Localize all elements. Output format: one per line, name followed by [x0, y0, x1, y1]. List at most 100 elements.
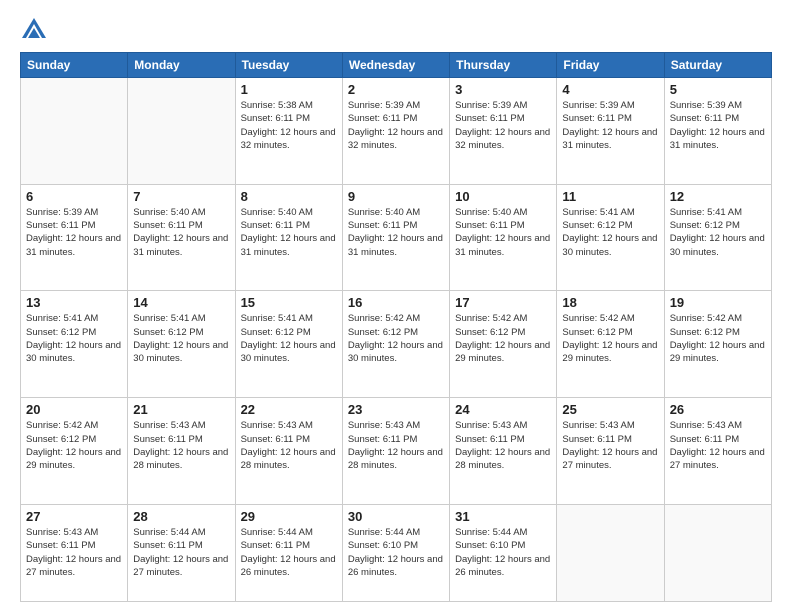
day-info: Sunrise: 5:41 AM Sunset: 6:12 PM Dayligh…	[562, 206, 658, 259]
calendar-day-cell: 8 Sunrise: 5:40 AM Sunset: 6:11 PM Daylig…	[235, 184, 342, 291]
calendar-header-cell: Monday	[128, 53, 235, 78]
day-info: Sunrise: 5:41 AM Sunset: 6:12 PM Dayligh…	[670, 206, 766, 259]
day-info: Sunrise: 5:44 AM Sunset: 6:10 PM Dayligh…	[348, 526, 444, 579]
day-number: 27	[26, 509, 122, 524]
day-info: Sunrise: 5:39 AM Sunset: 6:11 PM Dayligh…	[348, 99, 444, 152]
day-number: 29	[241, 509, 337, 524]
calendar-day-cell: 21Sunrise: 5:43 AM Sunset: 6:11 PM Dayli…	[128, 398, 235, 505]
calendar-day-cell	[557, 504, 664, 601]
day-info: Sunrise: 5:41 AM Sunset: 6:12 PM Dayligh…	[241, 312, 337, 365]
calendar-day-cell: 9 Sunrise: 5:40 AM Sunset: 6:11 PM Daylig…	[342, 184, 449, 291]
day-number: 11	[562, 189, 658, 204]
calendar-table: SundayMondayTuesdayWednesdayThursdayFrid…	[20, 52, 772, 602]
calendar-header-cell: Friday	[557, 53, 664, 78]
calendar-day-cell: 28 Sunrise: 5:44 AM Sunset: 6:11 PM Dayli…	[128, 504, 235, 601]
day-number: 3	[455, 82, 551, 97]
calendar-header-row: SundayMondayTuesdayWednesdayThursdayFrid…	[21, 53, 772, 78]
calendar-day-cell: 18Sunrise: 5:42 AM Sunset: 6:12 PM Dayli…	[557, 291, 664, 398]
day-number: 17	[455, 295, 551, 310]
header	[20, 16, 772, 44]
calendar-week-row: 27Sunrise: 5:43 AM Sunset: 6:11 PM Dayli…	[21, 504, 772, 601]
day-info: Sunrise: 5:43 AM Sunset: 6:11 PM Dayligh…	[241, 419, 337, 472]
calendar-header-cell: Tuesday	[235, 53, 342, 78]
calendar-day-cell: 25Sunrise: 5:43 AM Sunset: 6:11 PM Dayli…	[557, 398, 664, 505]
day-info: Sunrise: 5:43 AM Sunset: 6:11 PM Dayligh…	[670, 419, 766, 472]
day-number: 12	[670, 189, 766, 204]
calendar-day-cell: 24Sunrise: 5:43 AM Sunset: 6:11 PM Dayli…	[450, 398, 557, 505]
calendar-day-cell: 7 Sunrise: 5:40 AM Sunset: 6:11 PM Daylig…	[128, 184, 235, 291]
calendar-day-cell: 2 Sunrise: 5:39 AM Sunset: 6:11 PM Daylig…	[342, 78, 449, 185]
day-number: 1	[241, 82, 337, 97]
day-info: Sunrise: 5:40 AM Sunset: 6:11 PM Dayligh…	[241, 206, 337, 259]
day-number: 15	[241, 295, 337, 310]
day-info: Sunrise: 5:39 AM Sunset: 6:11 PM Dayligh…	[670, 99, 766, 152]
calendar-body: 1 Sunrise: 5:38 AM Sunset: 6:11 PM Daylig…	[21, 78, 772, 602]
calendar-week-row: 13 Sunrise: 5:41 AM Sunset: 6:12 PM Dayli…	[21, 291, 772, 398]
calendar-day-cell: 31 Sunrise: 5:44 AM Sunset: 6:10 PM Dayli…	[450, 504, 557, 601]
day-info: Sunrise: 5:44 AM Sunset: 6:11 PM Dayligh…	[241, 526, 337, 579]
day-number: 14	[133, 295, 229, 310]
calendar-day-cell: 22 Sunrise: 5:43 AM Sunset: 6:11 PM Dayli…	[235, 398, 342, 505]
logo-icon	[20, 16, 48, 44]
day-info: Sunrise: 5:41 AM Sunset: 6:12 PM Dayligh…	[133, 312, 229, 365]
page: SundayMondayTuesdayWednesdayThursdayFrid…	[0, 0, 792, 612]
day-number: 20	[26, 402, 122, 417]
calendar-day-cell: 19Sunrise: 5:42 AM Sunset: 6:12 PM Dayli…	[664, 291, 771, 398]
calendar-week-row: 6 Sunrise: 5:39 AM Sunset: 6:11 PM Daylig…	[21, 184, 772, 291]
calendar-header-cell: Saturday	[664, 53, 771, 78]
day-number: 30	[348, 509, 444, 524]
calendar-day-cell: 17 Sunrise: 5:42 AM Sunset: 6:12 PM Dayli…	[450, 291, 557, 398]
day-number: 13	[26, 295, 122, 310]
day-number: 6	[26, 189, 122, 204]
day-number: 21	[133, 402, 229, 417]
day-info: Sunrise: 5:44 AM Sunset: 6:10 PM Dayligh…	[455, 526, 551, 579]
calendar-day-cell: 4 Sunrise: 5:39 AM Sunset: 6:11 PM Daylig…	[557, 78, 664, 185]
day-info: Sunrise: 5:43 AM Sunset: 6:11 PM Dayligh…	[348, 419, 444, 472]
day-info: Sunrise: 5:44 AM Sunset: 6:11 PM Dayligh…	[133, 526, 229, 579]
day-number: 2	[348, 82, 444, 97]
calendar-day-cell: 16 Sunrise: 5:42 AM Sunset: 6:12 PM Dayli…	[342, 291, 449, 398]
logo	[20, 16, 52, 44]
day-number: 28	[133, 509, 229, 524]
calendar-day-cell: 13 Sunrise: 5:41 AM Sunset: 6:12 PM Dayli…	[21, 291, 128, 398]
calendar-day-cell: 23Sunrise: 5:43 AM Sunset: 6:11 PM Dayli…	[342, 398, 449, 505]
day-number: 4	[562, 82, 658, 97]
day-info: Sunrise: 5:39 AM Sunset: 6:11 PM Dayligh…	[26, 206, 122, 259]
day-info: Sunrise: 5:42 AM Sunset: 6:12 PM Dayligh…	[348, 312, 444, 365]
day-info: Sunrise: 5:40 AM Sunset: 6:11 PM Dayligh…	[133, 206, 229, 259]
calendar-day-cell: 1 Sunrise: 5:38 AM Sunset: 6:11 PM Daylig…	[235, 78, 342, 185]
calendar-day-cell: 20 Sunrise: 5:42 AM Sunset: 6:12 PM Dayli…	[21, 398, 128, 505]
day-number: 22	[241, 402, 337, 417]
calendar-day-cell: 29 Sunrise: 5:44 AM Sunset: 6:11 PM Dayli…	[235, 504, 342, 601]
day-info: Sunrise: 5:42 AM Sunset: 6:12 PM Dayligh…	[562, 312, 658, 365]
calendar-day-cell: 30 Sunrise: 5:44 AM Sunset: 6:10 PM Dayli…	[342, 504, 449, 601]
calendar-day-cell: 3 Sunrise: 5:39 AM Sunset: 6:11 PM Daylig…	[450, 78, 557, 185]
calendar-day-cell: 5Sunrise: 5:39 AM Sunset: 6:11 PM Daylig…	[664, 78, 771, 185]
day-info: Sunrise: 5:41 AM Sunset: 6:12 PM Dayligh…	[26, 312, 122, 365]
day-info: Sunrise: 5:42 AM Sunset: 6:12 PM Dayligh…	[455, 312, 551, 365]
day-info: Sunrise: 5:40 AM Sunset: 6:11 PM Dayligh…	[348, 206, 444, 259]
day-number: 19	[670, 295, 766, 310]
calendar-week-row: 20 Sunrise: 5:42 AM Sunset: 6:12 PM Dayli…	[21, 398, 772, 505]
calendar-day-cell: 12 Sunrise: 5:41 AM Sunset: 6:12 PM Dayli…	[664, 184, 771, 291]
calendar-day-cell: 15 Sunrise: 5:41 AM Sunset: 6:12 PM Dayli…	[235, 291, 342, 398]
day-number: 26	[670, 402, 766, 417]
day-info: Sunrise: 5:39 AM Sunset: 6:11 PM Dayligh…	[455, 99, 551, 152]
day-number: 16	[348, 295, 444, 310]
calendar-day-cell: 14 Sunrise: 5:41 AM Sunset: 6:12 PM Dayli…	[128, 291, 235, 398]
day-info: Sunrise: 5:40 AM Sunset: 6:11 PM Dayligh…	[455, 206, 551, 259]
day-info: Sunrise: 5:42 AM Sunset: 6:12 PM Dayligh…	[26, 419, 122, 472]
day-number: 10	[455, 189, 551, 204]
day-number: 7	[133, 189, 229, 204]
day-number: 25	[562, 402, 658, 417]
calendar-day-cell	[21, 78, 128, 185]
calendar-day-cell	[128, 78, 235, 185]
calendar-day-cell: 27Sunrise: 5:43 AM Sunset: 6:11 PM Dayli…	[21, 504, 128, 601]
day-info: Sunrise: 5:43 AM Sunset: 6:11 PM Dayligh…	[455, 419, 551, 472]
day-info: Sunrise: 5:38 AM Sunset: 6:11 PM Dayligh…	[241, 99, 337, 152]
day-number: 31	[455, 509, 551, 524]
calendar-day-cell: 10 Sunrise: 5:40 AM Sunset: 6:11 PM Dayli…	[450, 184, 557, 291]
day-number: 8	[241, 189, 337, 204]
day-number: 9	[348, 189, 444, 204]
day-info: Sunrise: 5:39 AM Sunset: 6:11 PM Dayligh…	[562, 99, 658, 152]
